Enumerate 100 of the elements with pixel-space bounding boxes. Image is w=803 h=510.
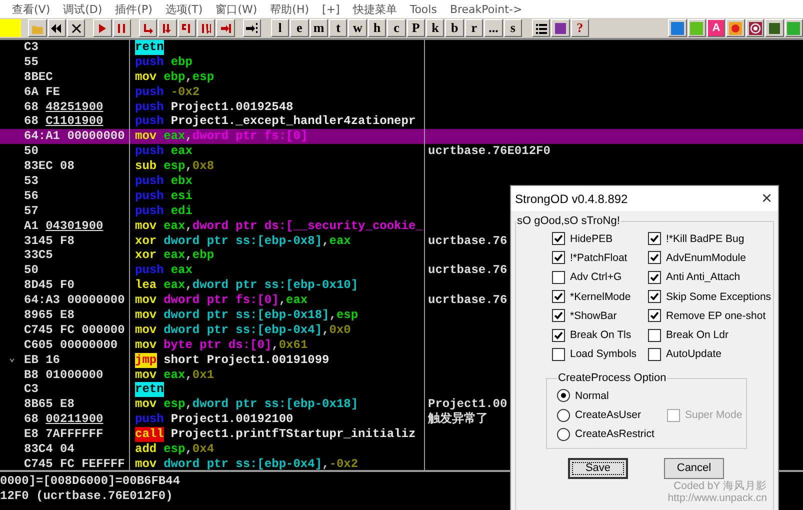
menu-item[interactable]: 帮助(H) — [270, 2, 310, 16]
checkbox[interactable]: AdvEnumModule — [648, 248, 773, 268]
letter-tool-button[interactable]: A — [707, 19, 726, 37]
hex-bytes: 68 — [24, 114, 38, 130]
radio-button[interactable]: Normal — [557, 386, 667, 406]
code-row[interactable]: C3 retn — [0, 40, 803, 55]
hex-bytes: E8 7AFFFFFF — [24, 427, 104, 442]
hex-bytes: 68 — [24, 100, 38, 114]
menu-item[interactable]: 调试(D) — [63, 2, 102, 16]
menu-item[interactable]: [+] — [322, 2, 340, 16]
menu-item[interactable]: 窗口(W) — [216, 2, 258, 16]
menu-item[interactable]: 插件(P) — [115, 2, 152, 16]
mnemonic: push — [135, 54, 164, 70]
code-row[interactable]: 6A FE push -0x2 — [0, 84, 803, 100]
checkbox[interactable]: Skip Some Exceptions — [648, 286, 773, 306]
radio-button[interactable]: CreateAsUser — [557, 405, 667, 425]
checkbox[interactable]: !*Kill BadPE Bug — [648, 229, 773, 248]
menu-item[interactable]: 快捷菜单 — [352, 2, 397, 16]
checkbox[interactable]: Break On Tls — [552, 325, 648, 345]
hex-bytes: 3145 F8 — [24, 234, 74, 248]
window-button[interactable]: t — [329, 19, 348, 37]
checkbox[interactable]: Load Symbols — [552, 344, 648, 364]
menu-item[interactable]: Tools — [410, 2, 437, 16]
mnemonic: jmp — [135, 352, 157, 368]
menu-item[interactable]: 选项(T) — [165, 2, 203, 16]
open-folder-icon[interactable] — [28, 19, 47, 37]
code-row[interactable]: 83EC 08 sub esp,0x8 — [0, 159, 803, 174]
radio-button[interactable]: CreateAsRestrict — [557, 424, 667, 444]
window-button[interactable]: s — [504, 19, 522, 37]
hex-address: 04301900 — [46, 218, 104, 234]
operands: ebx — [170, 174, 192, 189]
comment: ucrtbase.76E012F0 — [427, 144, 550, 158]
checkbox[interactable]: *KernelMode — [552, 286, 648, 306]
go-to-icon[interactable] — [242, 19, 262, 37]
menu-item[interactable]: BreakPoint-> — [450, 2, 522, 16]
checkbox[interactable]: Break On Ldr — [648, 325, 773, 345]
code-row[interactable]: 83C4 04 add esp,0x4 — [0, 442, 803, 457]
rewind-icon[interactable] — [48, 19, 66, 37]
record-icon[interactable] — [726, 19, 745, 37]
dialog-button[interactable]: Cancel — [664, 458, 724, 479]
dialog-button[interactable]: Save — [568, 458, 628, 479]
mnemonic: push — [135, 100, 164, 114]
hex-bytes: 8B65 E8 — [24, 397, 74, 412]
operands: ebp — [170, 54, 192, 70]
operands: Project1.printfTStartupr_initializ — [170, 427, 416, 442]
close-icon[interactable] — [67, 19, 86, 37]
mnemonic: push — [135, 204, 164, 219]
window-button[interactable]: c — [387, 19, 406, 37]
window-button[interactable]: m — [310, 19, 328, 37]
help-button[interactable]: ? — [570, 19, 590, 37]
info-line: 12F0 (ucrtbase.76E012F0) — [0, 489, 173, 504]
trace-over-icon[interactable] — [197, 19, 216, 37]
code-row[interactable]: 55 push ebp — [0, 54, 803, 70]
pause-icon[interactable] — [112, 19, 132, 37]
checkbox[interactable]: *ShowBar — [552, 306, 648, 326]
target-icon[interactable] — [746, 19, 764, 37]
checkbox[interactable]: Remove EP one-shot — [648, 306, 773, 326]
execute-till-return-icon[interactable] — [216, 19, 235, 37]
play-icon[interactable] — [93, 19, 112, 37]
close-button[interactable]: × — [761, 188, 772, 209]
mnemonic: push — [135, 174, 164, 189]
window-button[interactable]: b — [445, 19, 464, 37]
menu-item[interactable]: 查看(V) — [12, 2, 50, 16]
toolbar-swatch — [0, 19, 22, 37]
checkbox[interactable]: Anti Anti_Attach — [648, 268, 773, 287]
hex-bytes: 83EC 08 — [24, 159, 74, 174]
dialog-title: StrongOD v0.4.8.892 — [515, 192, 628, 206]
mnemonic: mov — [135, 322, 157, 338]
group-title: CreateProcess Option — [557, 372, 668, 384]
window-button[interactable]: h — [368, 19, 386, 37]
window-button[interactable]: k — [426, 19, 444, 37]
list-icon[interactable] — [532, 19, 550, 37]
code-row[interactable]: 64:A1 00000000 mov eax,dword ptr fs:[0] — [0, 129, 803, 144]
checkbox[interactable]: AutoUpdate — [648, 344, 773, 364]
window-button[interactable]: P — [406, 19, 426, 37]
operands: esi — [170, 188, 192, 204]
fold-marker[interactable]: ⌄ — [0, 352, 24, 368]
code-row[interactable]: 50 push eax ucrtbase.76E012F0 — [0, 144, 803, 160]
code-row[interactable]: 53 push ebx — [0, 174, 803, 189]
window-button[interactable]: r — [464, 19, 484, 37]
window-button[interactable]: ... — [484, 19, 503, 37]
checkbox[interactable]: !*PatchFloat — [552, 248, 648, 268]
window-button[interactable]: w — [348, 19, 367, 37]
step-over-icon[interactable] — [158, 19, 177, 37]
step-into-icon[interactable] — [138, 19, 158, 37]
operands: eax — [170, 263, 192, 278]
hex-bytes: EB 16 — [24, 352, 60, 368]
hex-bytes: 64:A1 00000000 — [24, 129, 125, 144]
code-row[interactable]: 8BEC mov ebp,esp — [0, 70, 803, 85]
operands: -0x2 — [170, 84, 200, 100]
hex-address: 48251900 — [46, 100, 104, 114]
code-row[interactable]: 68 48251900 push Project1.00192548 — [0, 100, 803, 114]
operands: Project1.00192548 — [170, 100, 294, 114]
window-button[interactable]: l — [270, 19, 290, 37]
operands: dword ptr ss:[ebp-0x4],0x0 — [164, 322, 351, 338]
window-button[interactable]: e — [290, 19, 309, 37]
checkbox[interactable]: HidePEB — [552, 229, 648, 248]
hex-address: 00211900 — [46, 412, 104, 428]
trace-into-icon[interactable] — [178, 19, 196, 37]
checkbox[interactable]: Adv Ctrl+G — [552, 268, 648, 287]
